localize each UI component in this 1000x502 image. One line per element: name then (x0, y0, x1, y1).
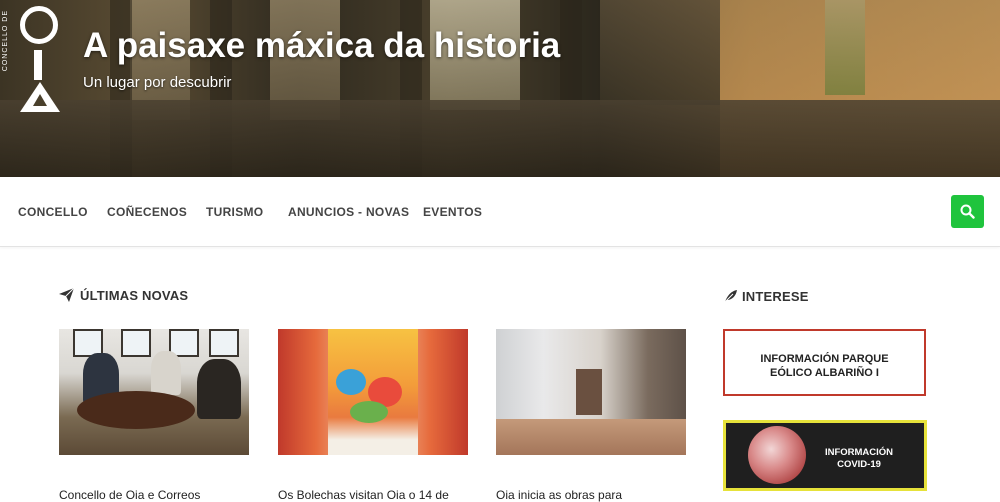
card-table (77, 391, 195, 429)
card-poster-figure (350, 401, 388, 423)
header-banner: CONCELLO DE A paisaxe máxica da historia… (0, 0, 1000, 177)
card-door (576, 369, 602, 415)
nav-item-turismo[interactable]: TURISMO (206, 205, 263, 219)
banner-line-2: EÓLICO ALBARIÑO I (770, 367, 879, 379)
parque-eolico-info-banner[interactable]: INFORMACIÓN PARQUE EÓLICO ALBARIÑO I (723, 329, 926, 396)
banner-floor (0, 100, 1000, 177)
banner-arch (825, 0, 865, 95)
virus-icon (748, 426, 806, 484)
nav-item-anuncios-novas[interactable]: ANUNCIOS - NOVAS (288, 205, 409, 219)
search-icon (960, 204, 975, 219)
logo-vertical-text: CONCELLO DE (2, 10, 9, 72)
latest-news-title: ÚLTIMAS NOVAS (80, 288, 189, 303)
site-logo[interactable] (18, 6, 64, 112)
feather-icon (724, 290, 737, 303)
logo-letter-a (20, 82, 60, 112)
interest-heading: INTERESE (724, 289, 809, 304)
main-navigation: CONCELLO COÑECENOS TURISMO ANUNCIOS - NO… (0, 177, 1000, 247)
search-button[interactable] (951, 195, 984, 228)
banner-line-1: INFORMACIÓN PARQUE (760, 353, 889, 365)
banner-line-1: INFORMACIÓN (824, 447, 894, 458)
news-card-image[interactable] (278, 329, 468, 455)
logo-letter-o (20, 6, 58, 44)
card-poster-figure (336, 369, 366, 395)
banner-line-2: COVID-19 (837, 459, 881, 470)
card-person (151, 351, 181, 395)
card-window (121, 329, 151, 357)
site-tagline: Un lugar por descubrir (83, 74, 232, 91)
banner-arch (600, 0, 720, 105)
card-window (209, 329, 239, 357)
latest-news-heading: ÚLTIMAS NOVAS (59, 288, 188, 303)
paper-plane-icon (59, 288, 74, 302)
covid-info-banner[interactable]: INFORMACIÓN COVID-19 (723, 420, 927, 491)
nav-item-conecenos[interactable]: COÑECENOS (107, 205, 187, 219)
nav-item-eventos[interactable]: EVENTOS (423, 205, 482, 219)
card-floor (496, 419, 686, 455)
banner-text: INFORMACIÓN PARQUE EÓLICO ALBARIÑO I (725, 352, 924, 380)
card-person (197, 359, 241, 419)
interest-title: INTERESE (742, 289, 809, 304)
news-card-image[interactable] (59, 329, 249, 455)
card-poster (328, 329, 418, 455)
site-title[interactable]: A paisaxe máxica da historia (83, 26, 560, 66)
nav-item-concello[interactable]: CONCELLO (18, 205, 88, 219)
banner-text: INFORMACIÓN COVID-19 (814, 447, 904, 471)
news-card-image[interactable] (496, 329, 686, 455)
logo-letter-i (34, 50, 42, 80)
